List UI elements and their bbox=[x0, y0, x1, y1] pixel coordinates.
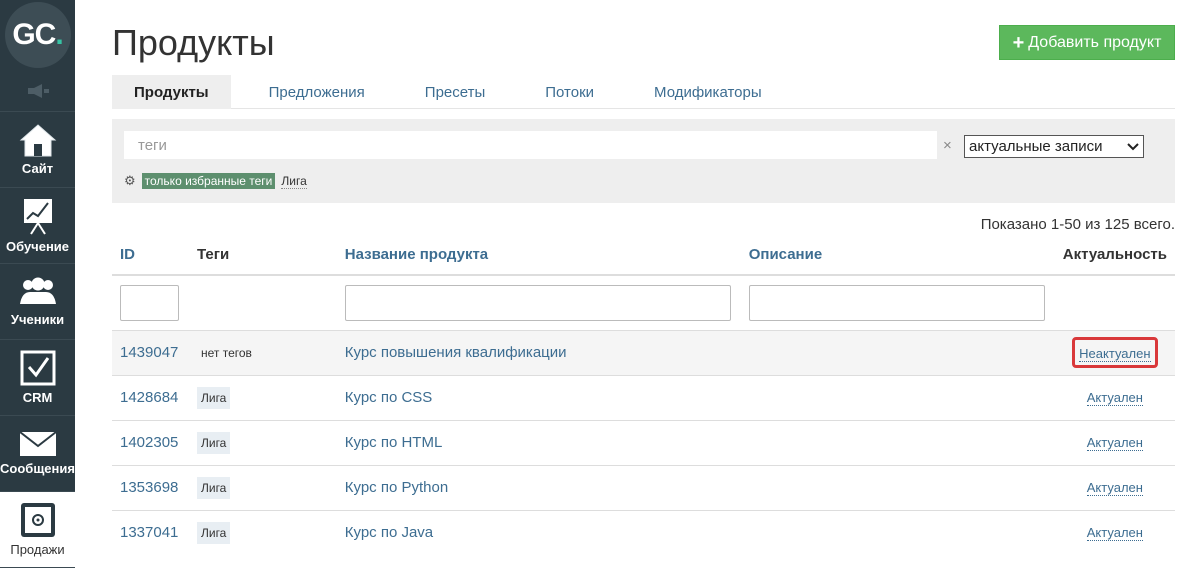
product-tag[interactable]: Лига bbox=[196, 387, 231, 409]
column-header-tags: Теги bbox=[188, 235, 337, 276]
sidebar-item-sales[interactable]: Продажи bbox=[0, 492, 75, 568]
gear-icon[interactable]: ⚙ bbox=[124, 173, 136, 189]
filter-row bbox=[112, 275, 1175, 330]
chart-easel-icon bbox=[23, 199, 52, 235]
product-name[interactable]: Курс по HTML bbox=[345, 434, 443, 451]
filter-panel: теги × актуальные записи ⚙ только избран… bbox=[112, 119, 1175, 203]
table-row[interactable]: 1428684 Лига Курс по CSS Актуален bbox=[112, 374, 1175, 420]
product-tag[interactable]: Лига bbox=[196, 522, 231, 545]
chevron-down-icon bbox=[1127, 142, 1139, 150]
tab-presets[interactable]: Пресеты bbox=[403, 75, 507, 109]
sidebar-item-messages[interactable]: Сообщения bbox=[0, 416, 75, 492]
products-table: ID Теги Название продукта Описание Актуа… bbox=[112, 235, 1175, 555]
sidebar-item-label: Сообщения bbox=[0, 461, 75, 476]
sidebar-item-label: Сайт bbox=[21, 161, 54, 176]
product-name[interactable]: Курс по CSS bbox=[345, 389, 433, 406]
checkbox-icon bbox=[20, 350, 55, 386]
page-title: Продукты bbox=[112, 22, 275, 63]
tab-streams[interactable]: Потоки bbox=[523, 75, 616, 109]
tag-liga-link[interactable]: Лига bbox=[281, 174, 307, 189]
id-filter-input[interactable] bbox=[120, 284, 179, 321]
description-filter-input[interactable] bbox=[748, 284, 1045, 321]
sidebar-item-students[interactable]: Ученики bbox=[0, 264, 75, 340]
tab-modifiers[interactable]: Модификаторы bbox=[632, 75, 784, 109]
sidebar: GC. Сайт Обучение Ученики CRM Сообщения … bbox=[0, 0, 75, 568]
column-header-description[interactable]: Описание bbox=[740, 235, 1055, 276]
sidebar-item-label: Обучение bbox=[5, 239, 70, 254]
status-toggle[interactable]: Неактуален bbox=[1079, 346, 1151, 362]
status-toggle[interactable]: Актуален bbox=[1086, 525, 1143, 542]
clear-tags-icon[interactable]: × bbox=[943, 137, 952, 154]
product-id[interactable]: 1439047 bbox=[120, 344, 178, 361]
column-header-relevance: Актуальность bbox=[1054, 235, 1175, 276]
tabs: Продукты Предложения Пресеты Потоки Моди… bbox=[112, 75, 1175, 109]
safe-icon bbox=[20, 503, 55, 537]
relevance-select-value: актуальные записи bbox=[969, 138, 1103, 155]
column-header-name[interactable]: Название продукта bbox=[336, 235, 741, 276]
product-tag[interactable]: Лига bbox=[196, 432, 231, 454]
product-name[interactable]: Курс повышения квалификации bbox=[345, 344, 567, 361]
product-id[interactable]: 1353698 bbox=[120, 479, 178, 496]
sidebar-item-label: CRM bbox=[22, 390, 53, 405]
tags-input[interactable]: теги bbox=[124, 131, 937, 159]
main-content: Продукты + Добавить продукт Продукты Пре… bbox=[75, 0, 1200, 562]
sidebar-item-label: Продажи bbox=[10, 542, 65, 557]
name-filter-input[interactable] bbox=[344, 284, 731, 321]
tab-offers[interactable]: Предложения bbox=[247, 75, 387, 109]
tab-products[interactable]: Продукты bbox=[112, 75, 231, 109]
megaphone-icon bbox=[27, 83, 49, 98]
logo-mark: GC. bbox=[4, 2, 71, 68]
status-toggle[interactable]: Актуален bbox=[1086, 480, 1143, 496]
product-id[interactable]: 1402305 bbox=[120, 434, 178, 451]
sidebar-item-learning[interactable]: Обучение bbox=[0, 188, 75, 264]
highlight-box: Неактуален bbox=[1072, 337, 1158, 368]
favorite-tags-toggle[interactable]: только избранные теги bbox=[141, 173, 276, 189]
sidebar-item-crm[interactable]: CRM bbox=[0, 340, 75, 416]
logo[interactable]: GC. bbox=[0, 0, 75, 70]
add-product-label: Добавить продукт bbox=[1028, 33, 1162, 51]
collapse-sidebar-button[interactable] bbox=[0, 70, 75, 112]
column-header-id[interactable]: ID bbox=[112, 235, 189, 276]
sidebar-item-site[interactable]: Сайт bbox=[0, 112, 75, 188]
table-row[interactable]: 1353698 Лига Курс по Python Актуален bbox=[112, 464, 1175, 510]
tag-options: ⚙ только избранные теги Лига bbox=[124, 173, 307, 189]
table-row[interactable]: 1402305 Лига Курс по HTML Актуален bbox=[112, 419, 1175, 465]
sidebar-item-label: Ученики bbox=[10, 312, 65, 327]
product-name[interactable]: Курс по Java bbox=[345, 524, 433, 541]
envelope-icon bbox=[18, 431, 57, 456]
status-toggle[interactable]: Актуален bbox=[1086, 390, 1143, 406]
table-row[interactable]: 1439047 нет тегов Курс повышения квалифи… bbox=[112, 329, 1175, 375]
results-summary: Показано 1-50 из 125 всего. bbox=[980, 216, 1175, 233]
plus-icon: + bbox=[1012, 31, 1025, 54]
product-tags: нет тегов bbox=[200, 346, 252, 360]
product-tag[interactable]: Лига bbox=[196, 477, 231, 499]
users-icon bbox=[19, 277, 56, 304]
product-id[interactable]: 1428684 bbox=[120, 389, 178, 406]
add-product-button[interactable]: + Добавить продукт bbox=[999, 25, 1175, 60]
status-toggle[interactable]: Актуален bbox=[1086, 435, 1143, 451]
product-id[interactable]: 1337041 bbox=[120, 524, 178, 541]
table-row[interactable]: 1337041 Лига Курс по Java Актуален bbox=[112, 509, 1175, 555]
product-name[interactable]: Курс по Python bbox=[345, 479, 448, 496]
house-icon bbox=[19, 124, 56, 157]
relevance-select[interactable]: актуальные записи bbox=[964, 135, 1144, 158]
